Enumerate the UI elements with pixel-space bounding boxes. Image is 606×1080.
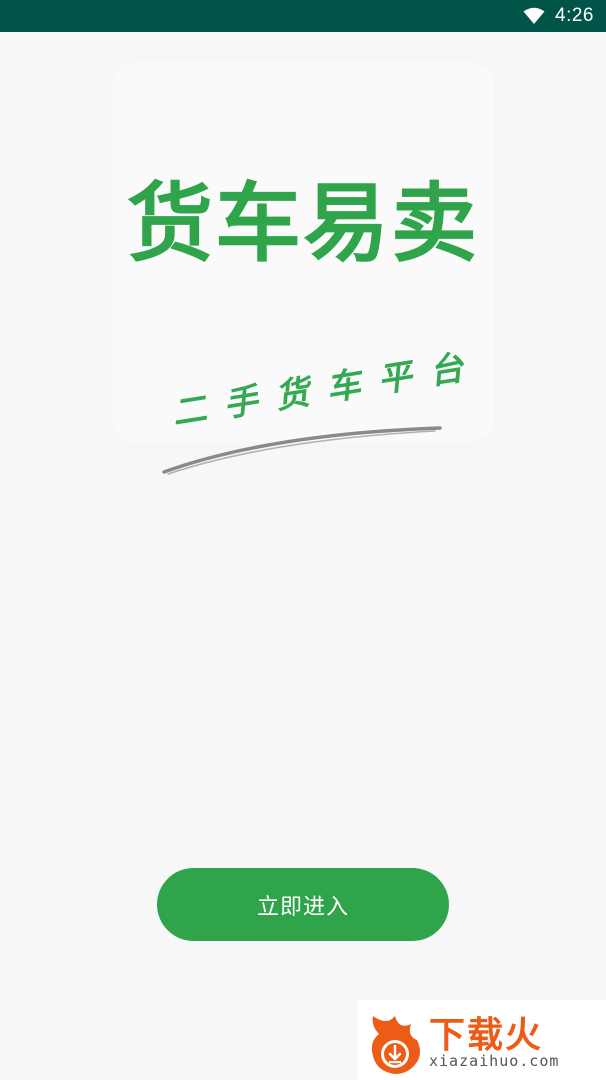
watermark-title: 下载火: [429, 1015, 544, 1056]
flame-download-icon: [371, 1016, 420, 1074]
enter-now-button[interactable]: 立即进入: [157, 868, 449, 941]
watermark-domain: xiazaihuo.com: [429, 1052, 560, 1070]
tagline-swoosh: [162, 426, 442, 475]
brand-title: 货车易卖: [127, 174, 479, 274]
status-bar: 4:26: [0, 0, 606, 32]
watermark: 下载火 xiazaihuo.com: [357, 1000, 606, 1080]
wifi-icon: [523, 7, 545, 25]
status-time: 4:26: [555, 5, 594, 26]
